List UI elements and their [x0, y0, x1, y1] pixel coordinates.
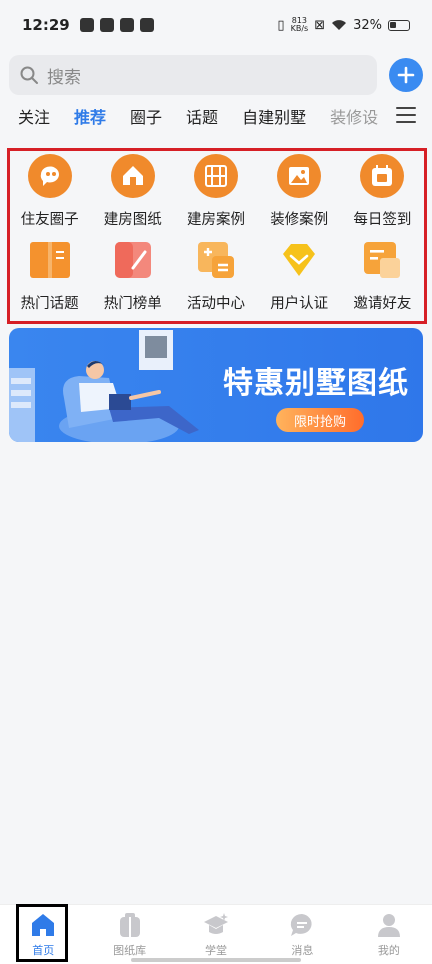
- blueprint-icon: [193, 154, 238, 198]
- nav-label: 消息: [291, 944, 314, 957]
- nav-label: 学堂: [205, 944, 228, 957]
- add-button[interactable]: [389, 58, 423, 92]
- app-notification-icon: [99, 18, 114, 32]
- shortcut-user-verification[interactable]: 用户认证: [258, 238, 341, 316]
- status-right: ▯ 813 KB/s ⊠ 32%: [277, 17, 410, 33]
- nav-profile[interactable]: 我的: [346, 905, 432, 964]
- shortcut-friend-circle[interactable]: 住友圈子: [8, 154, 91, 232]
- graduation-cap-icon: [202, 911, 230, 939]
- shortcut-house-drawings[interactable]: 建房图纸: [91, 154, 174, 232]
- sim-icon: ⊠: [314, 17, 326, 33]
- shortcut-label: 热门话题: [20, 296, 79, 312]
- calendar-sign-icon: [360, 154, 405, 198]
- tiktok-icon: [119, 18, 134, 32]
- tab-self-built-villa[interactable]: 自建别墅: [242, 104, 306, 128]
- shortcut-daily-checkin[interactable]: 每日签到: [341, 154, 424, 232]
- search-icon: [20, 66, 38, 84]
- shortcut-hot-ranking[interactable]: 热门榜单: [91, 238, 174, 316]
- wifi-icon: [332, 20, 347, 30]
- app-notification-icon: [79, 18, 94, 32]
- shortcut-invite-friends[interactable]: 邀请好友: [341, 238, 424, 316]
- battery-icon: [388, 19, 410, 31]
- shortcut-label: 活动中心: [186, 296, 245, 312]
- search-input[interactable]: 搜索: [9, 55, 377, 95]
- tab-topics[interactable]: 话题: [186, 104, 218, 128]
- invite-card-icon: [360, 238, 404, 282]
- nav-messages[interactable]: 消息: [259, 905, 345, 964]
- shortcut-label: 建房图纸: [103, 212, 162, 228]
- search-row: 搜索: [9, 54, 423, 96]
- shortcut-label: 住友圈子: [20, 212, 79, 228]
- shortcut-label: 邀请好友: [353, 296, 412, 312]
- tab-circles[interactable]: 圈子: [130, 104, 162, 128]
- category-tabs: 关注 推荐 圈子 话题 自建别墅 装修设: [0, 102, 432, 130]
- app-notification-icon: [139, 18, 154, 32]
- gesture-bar[interactable]: [131, 958, 301, 962]
- net-speed: 813 KB/s: [290, 16, 309, 33]
- shortcut-label: 热门榜单: [103, 296, 162, 312]
- menu-icon[interactable]: [396, 107, 416, 123]
- shortcut-decoration-cases[interactable]: 装修案例: [258, 154, 341, 232]
- vibrate-icon: ▯: [277, 17, 285, 33]
- profile-icon: [375, 911, 403, 939]
- nav-label: 我的: [377, 944, 400, 957]
- drawings-icon: [116, 911, 144, 939]
- chat-bubble-icon: [27, 154, 72, 198]
- shortcut-house-cases[interactable]: 建房案例: [174, 154, 257, 232]
- diamond-icon: [277, 238, 321, 282]
- banner-illustration: [9, 330, 199, 442]
- notification-icons: [79, 18, 154, 32]
- shortcut-label: 用户认证: [270, 296, 329, 312]
- promo-banner[interactable]: 特惠别墅图纸 限时抢购: [9, 328, 423, 442]
- shortcut-label: 装修案例: [270, 212, 329, 228]
- house-icon: [110, 154, 155, 198]
- banner-title: 特惠别墅图纸: [223, 366, 409, 401]
- shortcut-activity-center[interactable]: 活动中心: [174, 238, 257, 316]
- tab-recommend[interactable]: 推荐: [74, 104, 106, 128]
- banner-buy-button[interactable]: 限时抢购: [276, 408, 364, 432]
- tab-decoration[interactable]: 装修设: [330, 104, 378, 128]
- home-highlight-frame: [16, 904, 68, 962]
- message-icon: [288, 911, 316, 939]
- book-icon: [28, 238, 72, 282]
- plus-icon: [397, 66, 415, 84]
- status-time: 12:29: [22, 16, 70, 34]
- nav-drawings[interactable]: 图纸库: [86, 905, 172, 964]
- shortcut-label: 每日签到: [353, 212, 412, 228]
- search-placeholder: 搜索: [47, 67, 81, 88]
- picture-icon: [277, 154, 322, 198]
- shortcut-grid: 住友圈子 建房图纸 建房案例 装修案例 每日签到 热门话题 热门榜单 活动中心 …: [8, 154, 424, 316]
- shortcut-label: 建房案例: [186, 212, 245, 228]
- tab-follow[interactable]: 关注: [18, 104, 50, 128]
- ranking-card-icon: [111, 238, 155, 282]
- status-bar: 12:29 ▯ 813 KB/s ⊠ 32%: [0, 0, 432, 50]
- nav-label: 图纸库: [113, 944, 147, 957]
- nav-academy[interactable]: 学堂: [173, 905, 259, 964]
- shortcut-hot-topics[interactable]: 热门话题: [8, 238, 91, 316]
- battery-percent: 32%: [353, 17, 382, 33]
- calculator-icon: [194, 238, 238, 282]
